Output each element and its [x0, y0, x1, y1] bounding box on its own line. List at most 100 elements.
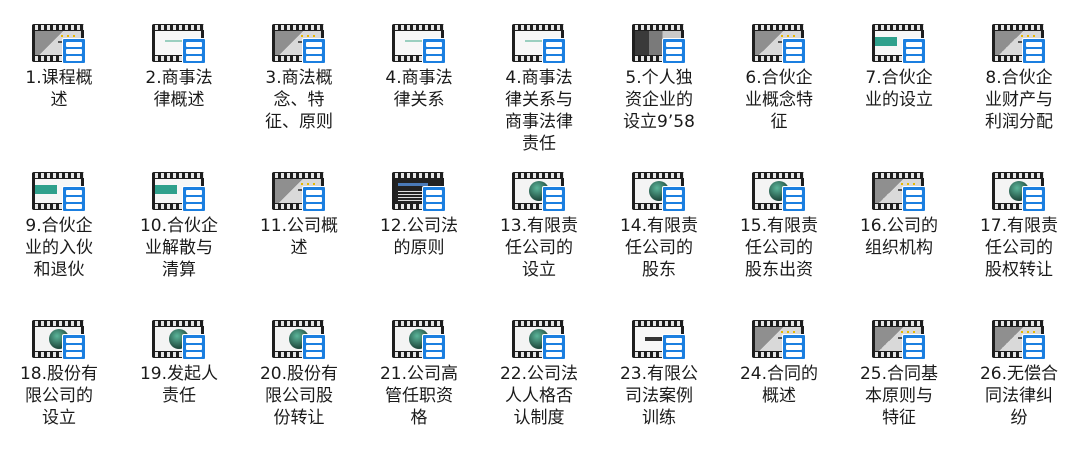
video-thumbnail[interactable]	[32, 172, 86, 212]
video-thumbnail[interactable]	[512, 320, 566, 360]
playlist-icon	[62, 38, 86, 64]
video-item[interactable]: 1.课程概述	[4, 0, 114, 111]
video-item[interactable]: 18.股份有限公司的设立	[4, 296, 114, 429]
video-thumbnail[interactable]	[752, 172, 806, 212]
video-item[interactable]: 14.有限责任公司的股东	[604, 148, 714, 281]
video-thumbnail[interactable]	[992, 320, 1046, 360]
video-thumbnail[interactable]	[392, 320, 446, 360]
video-item[interactable]: 9.合伙企业的入伙和退伙	[4, 148, 114, 281]
playlist-icon	[182, 186, 206, 212]
video-thumbnail[interactable]	[872, 320, 926, 360]
video-title[interactable]: 2.商事法律概述	[124, 67, 234, 111]
video-title[interactable]: 22.公司法人人格否认制度	[484, 363, 594, 429]
video-item[interactable]: 3.商法概念、特征、原则	[244, 0, 354, 133]
video-item[interactable]: 13.有限责任公司的设立	[484, 148, 594, 281]
playlist-icon	[1022, 334, 1046, 360]
playlist-icon	[1022, 186, 1046, 212]
video-title[interactable]: 11.公司概述	[244, 215, 354, 259]
video-title[interactable]: 24.合同的概述	[724, 363, 834, 407]
playlist-icon	[422, 186, 446, 212]
video-thumbnail[interactable]	[152, 24, 206, 64]
playlist-icon	[1022, 38, 1046, 64]
video-thumbnail[interactable]	[632, 172, 686, 212]
video-title[interactable]: 7.合伙企业的设立	[844, 67, 954, 111]
video-item[interactable]: 11.公司概述	[244, 148, 354, 259]
video-thumbnail[interactable]	[872, 24, 926, 64]
video-title[interactable]: 25.合同基本原则与特征	[844, 363, 954, 429]
video-title[interactable]: 17.有限责任公司的股权转让	[964, 215, 1074, 281]
video-thumbnail[interactable]	[272, 172, 326, 212]
video-item[interactable]: 20.股份有限公司股份转让	[244, 296, 354, 429]
video-thumbnail[interactable]	[872, 172, 926, 212]
video-item[interactable]: 24.合同的概述	[724, 296, 834, 407]
video-item[interactable]: 6.合伙企业概念特征	[724, 0, 834, 133]
video-thumbnail[interactable]	[152, 320, 206, 360]
video-title[interactable]: 4.商事法律关系	[364, 67, 474, 111]
video-title[interactable]: 20.股份有限公司股份转让	[244, 363, 354, 429]
video-title[interactable]: 1.课程概述	[4, 67, 114, 111]
video-thumbnail[interactable]	[32, 24, 86, 64]
playlist-icon	[302, 334, 326, 360]
video-item[interactable]: 16.公司的组织机构	[844, 148, 954, 259]
video-thumbnail[interactable]	[152, 172, 206, 212]
video-thumbnail[interactable]	[512, 172, 566, 212]
playlist-icon	[422, 38, 446, 64]
video-grid: 1.课程概述 2.商事法律概述 3.商法概念、特征、原则 4.商事法律关系 4.商事法律…	[0, 0, 1080, 457]
video-item[interactable]: 4.商事法律关系与商事法律责任	[484, 0, 594, 155]
video-thumbnail[interactable]	[632, 320, 686, 360]
video-item[interactable]: 7.合伙企业的设立	[844, 0, 954, 111]
video-item[interactable]: 8.合伙企业财产与利润分配	[964, 0, 1074, 133]
video-thumbnail[interactable]	[752, 24, 806, 64]
video-thumbnail[interactable]	[992, 172, 1046, 212]
playlist-icon	[182, 334, 206, 360]
video-item[interactable]: 12.公司法的原则	[364, 148, 474, 259]
video-title[interactable]: 14.有限责任公司的股东	[604, 215, 714, 281]
video-title[interactable]: 6.合伙企业概念特征	[724, 67, 834, 133]
video-title[interactable]: 23.有限公司法案例训练	[604, 363, 714, 429]
video-title[interactable]: 21.公司高管任职资格	[364, 363, 474, 429]
video-title[interactable]: 16.公司的组织机构	[844, 215, 954, 259]
video-title[interactable]: 19.发起人责任	[124, 363, 234, 407]
video-title[interactable]: 18.股份有限公司的设立	[4, 363, 114, 429]
playlist-icon	[542, 38, 566, 64]
video-title[interactable]: 10.合伙企业解散与清算	[124, 215, 234, 281]
video-thumbnail[interactable]	[752, 320, 806, 360]
video-title[interactable]: 5.个人独资企业的设立9’58	[604, 67, 714, 133]
video-thumbnail[interactable]	[392, 172, 446, 212]
video-title[interactable]: 8.合伙企业财产与利润分配	[964, 67, 1074, 133]
video-thumbnail[interactable]	[632, 24, 686, 64]
video-item[interactable]: 23.有限公司法案例训练	[604, 296, 714, 429]
video-title[interactable]: 15.有限责任公司的股东出资	[724, 215, 834, 281]
playlist-icon	[662, 38, 686, 64]
video-item[interactable]: 10.合伙企业解散与清算	[124, 148, 234, 281]
video-thumbnail[interactable]	[32, 320, 86, 360]
video-item[interactable]: 5.个人独资企业的设立9’58	[604, 0, 714, 133]
video-thumbnail[interactable]	[992, 24, 1046, 64]
video-title[interactable]: 26.无偿合同法律纠纷	[964, 363, 1074, 429]
video-title[interactable]: 12.公司法的原则	[364, 215, 474, 259]
video-item[interactable]: 4.商事法律关系	[364, 0, 474, 111]
playlist-icon	[182, 38, 206, 64]
video-title[interactable]: 4.商事法律关系与商事法律责任	[484, 67, 594, 155]
video-thumbnail[interactable]	[272, 320, 326, 360]
video-item[interactable]: 17.有限责任公司的股权转让	[964, 148, 1074, 281]
playlist-icon	[782, 186, 806, 212]
video-item[interactable]: 22.公司法人人格否认制度	[484, 296, 594, 429]
video-thumbnail[interactable]	[392, 24, 446, 64]
video-title[interactable]: 13.有限责任公司的设立	[484, 215, 594, 281]
video-item[interactable]: 25.合同基本原则与特征	[844, 296, 954, 429]
video-title[interactable]: 3.商法概念、特征、原则	[244, 67, 354, 133]
video-thumbnail[interactable]	[272, 24, 326, 64]
playlist-icon	[302, 186, 326, 212]
video-item[interactable]: 21.公司高管任职资格	[364, 296, 474, 429]
playlist-icon	[302, 38, 326, 64]
playlist-icon	[62, 334, 86, 360]
playlist-icon	[782, 334, 806, 360]
video-thumbnail[interactable]	[512, 24, 566, 64]
video-item[interactable]: 15.有限责任公司的股东出资	[724, 148, 834, 281]
video-item[interactable]: 19.发起人责任	[124, 296, 234, 407]
video-item[interactable]: 2.商事法律概述	[124, 0, 234, 111]
video-title[interactable]: 9.合伙企业的入伙和退伙	[4, 215, 114, 281]
playlist-icon	[542, 334, 566, 360]
video-item[interactable]: 26.无偿合同法律纠纷	[964, 296, 1074, 429]
